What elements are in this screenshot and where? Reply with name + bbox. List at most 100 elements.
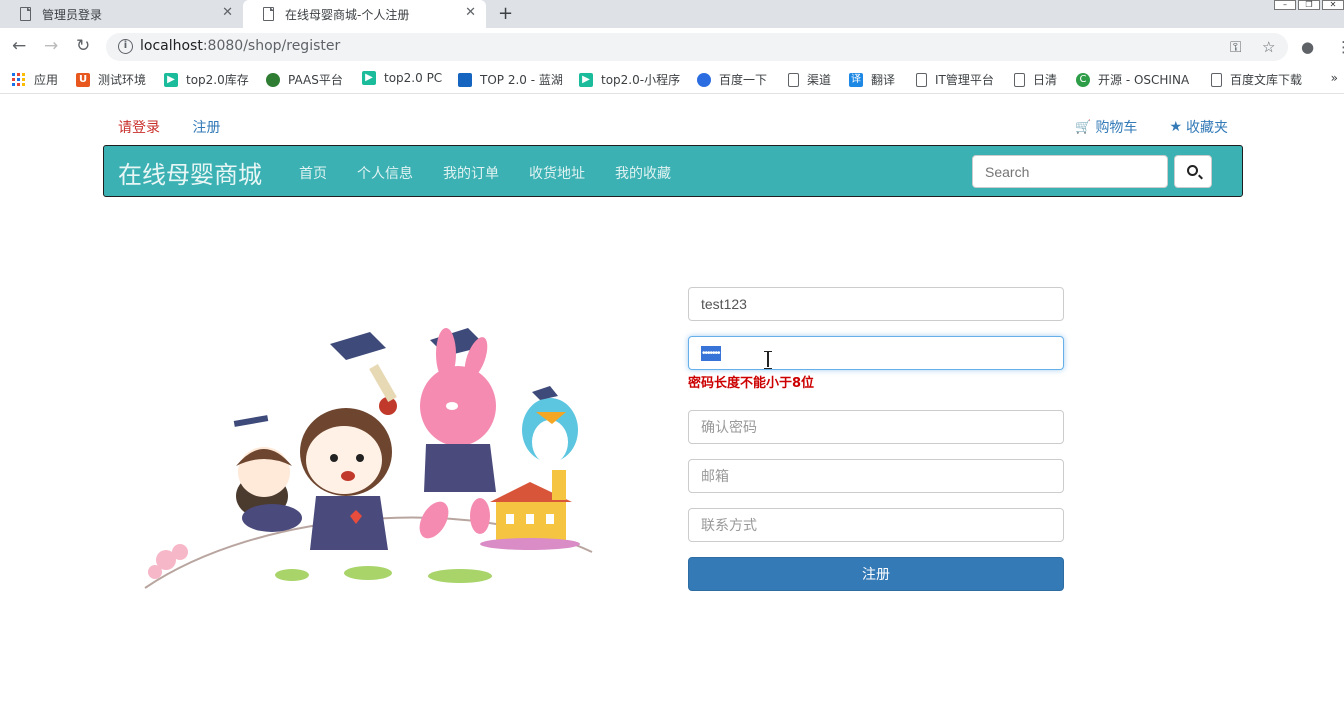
lanhu-logo-icon bbox=[458, 72, 472, 87]
bookmark-label: 日清 bbox=[1033, 73, 1058, 87]
confirm-password-field[interactable] bbox=[688, 410, 1064, 444]
password-field[interactable]: ••••••• bbox=[688, 336, 1064, 370]
url-host: localhost bbox=[140, 38, 203, 54]
bookmark-item[interactable]: ▶ top2.0库存 bbox=[164, 71, 249, 88]
bookmark-item[interactable]: U 测试环境 bbox=[76, 71, 146, 88]
bookmark-item[interactable]: C 开源 - OSCHINA bbox=[1076, 71, 1189, 88]
close-icon[interactable]: ✕ bbox=[465, 5, 476, 20]
new-tab-plus-icon[interactable]: + bbox=[498, 3, 513, 24]
url-path: :8080/shop/register bbox=[202, 38, 341, 54]
apps-grid-icon bbox=[12, 72, 26, 87]
url-text: localhost:8080/shop/register bbox=[140, 38, 340, 54]
bookmark-label: top2.0-小程序 bbox=[601, 73, 681, 87]
header-left-links: 请登录 注册 bbox=[118, 117, 248, 137]
close-icon[interactable]: ✕ bbox=[222, 5, 233, 20]
paas-logo-icon bbox=[266, 72, 280, 87]
bookmarks-bar: 应用 U 测试环境 ▶ top2.0库存 PAAS平台 ▶ top2.0 PC … bbox=[0, 64, 1344, 94]
play-icon: ▶ bbox=[164, 72, 178, 87]
address-bar[interactable]: i localhost:8080/shop/register bbox=[106, 33, 1288, 61]
bookmark-item[interactable]: 日清 bbox=[1014, 71, 1057, 88]
bookmarks-overflow-icon[interactable]: » bbox=[1331, 71, 1338, 85]
email-field[interactable] bbox=[688, 459, 1064, 493]
play-icon: ▶ bbox=[579, 72, 593, 87]
nav-item-home[interactable]: 首页 bbox=[299, 163, 327, 183]
nav-menu: 首页 个人信息 我的订单 收货地址 我的收藏 bbox=[299, 163, 671, 183]
password-mask: ••••••• bbox=[701, 346, 721, 361]
bookmark-label: IT管理平台 bbox=[935, 73, 994, 87]
bookmark-label: 百度文库下载 bbox=[1230, 73, 1303, 87]
bookmark-item[interactable]: 百度文库下载 bbox=[1211, 71, 1302, 88]
document-icon bbox=[916, 72, 927, 87]
document-icon bbox=[1211, 72, 1222, 87]
baidu-paw-icon bbox=[697, 72, 711, 87]
text-cursor-icon bbox=[764, 351, 772, 369]
bookmark-label: PAAS平台 bbox=[288, 73, 343, 87]
page-content: 请登录 注册 🛒 购物车 ★ 收藏夹 在线母婴商城 首页 个人信息 我的订单 收货地… bbox=[0, 95, 1344, 728]
info-icon[interactable]: i bbox=[118, 39, 133, 54]
username-field[interactable] bbox=[688, 287, 1064, 321]
bookmark-label: 百度一下 bbox=[719, 73, 768, 87]
favorites-label: 收藏夹 bbox=[1186, 120, 1228, 136]
key-icon[interactable]: ⚿ bbox=[1230, 38, 1241, 56]
search-input[interactable] bbox=[972, 155, 1168, 188]
main-navbar: 在线母婴商城 首页 个人信息 我的订单 收货地址 我的收藏 bbox=[103, 145, 1243, 197]
back-arrow-icon[interactable]: ← bbox=[12, 36, 26, 56]
search-icon bbox=[1187, 165, 1198, 176]
register-link[interactable]: 注册 bbox=[192, 120, 220, 136]
oschina-logo-icon: C bbox=[1076, 72, 1090, 87]
restore-icon[interactable]: ❐ bbox=[1298, 0, 1320, 10]
bookmark-label: 应用 bbox=[34, 73, 59, 87]
translate-icon: 译 bbox=[849, 72, 863, 87]
forward-arrow-icon[interactable]: → bbox=[44, 36, 58, 56]
bookmark-label: top2.0库存 bbox=[186, 73, 249, 87]
favorites-link[interactable]: ★ 收藏夹 bbox=[1169, 117, 1228, 137]
bookmark-label: 渠道 bbox=[807, 73, 832, 87]
star-icon: ★ bbox=[1169, 119, 1182, 135]
u-logo-icon: U bbox=[76, 72, 90, 87]
bookmark-item[interactable]: TOP 2.0 - 蓝湖 bbox=[458, 71, 563, 88]
cart-link[interactable]: 🛒 购物车 bbox=[1075, 117, 1137, 137]
minimize-icon[interactable]: – bbox=[1274, 0, 1296, 10]
search-button[interactable] bbox=[1174, 155, 1212, 188]
menu-dots-icon[interactable]: ⋮ bbox=[1336, 38, 1344, 56]
bookmark-item[interactable]: IT管理平台 bbox=[916, 71, 994, 88]
header-right-links: 🛒 购物车 ★ 收藏夹 bbox=[1075, 117, 1228, 137]
bookmark-label: TOP 2.0 - 蓝湖 bbox=[480, 73, 563, 87]
bookmark-label: top2.0 PC bbox=[384, 71, 443, 85]
contact-field[interactable] bbox=[688, 508, 1064, 542]
bookmark-item[interactable]: 译 翻译 bbox=[849, 71, 895, 88]
document-icon bbox=[1014, 72, 1025, 87]
profile-icon[interactable]: ● bbox=[1301, 38, 1314, 56]
reload-icon[interactable]: ↻ bbox=[76, 36, 90, 56]
graduation-illustration bbox=[144, 328, 593, 589]
bookmark-label: 翻译 bbox=[871, 73, 896, 87]
login-link[interactable]: 请登录 bbox=[118, 120, 160, 136]
brand-logo[interactable]: 在线母婴商城 bbox=[118, 155, 262, 190]
browser-tab-admin-login[interactable]: 管理员登录 ✕ bbox=[0, 0, 243, 28]
bookmark-item[interactable]: PAAS平台 bbox=[266, 71, 343, 88]
nav-item-address[interactable]: 收货地址 bbox=[529, 163, 585, 183]
password-error-message: 密码长度不能小于8位 bbox=[688, 376, 815, 391]
bookmark-item[interactable]: 百度一下 bbox=[697, 71, 767, 88]
browser-tab-register[interactable]: 在线母婴商城-个人注册 ✕ bbox=[243, 0, 486, 28]
window-controls: – ❐ ✕ bbox=[1274, 0, 1344, 10]
browser-tab-strip: 管理员登录 ✕ 在线母婴商城-个人注册 ✕ + – ❐ ✕ bbox=[0, 0, 1344, 28]
nav-item-profile[interactable]: 个人信息 bbox=[357, 163, 413, 183]
cart-icon: 🛒 bbox=[1075, 119, 1092, 135]
window-close-icon[interactable]: ✕ bbox=[1322, 0, 1344, 10]
document-icon bbox=[788, 72, 799, 87]
bookmark-label: 测试环境 bbox=[98, 73, 147, 87]
nav-item-orders[interactable]: 我的订单 bbox=[443, 163, 499, 183]
bookmark-label: 开源 - OSCHINA bbox=[1098, 73, 1190, 87]
bookmark-item[interactable]: 渠道 bbox=[788, 71, 831, 88]
bookmark-apps[interactable]: 应用 bbox=[12, 71, 58, 88]
document-icon bbox=[20, 7, 31, 21]
bookmark-item[interactable]: ▶ top2.0-小程序 bbox=[579, 71, 680, 88]
register-submit-button[interactable]: 注册 bbox=[688, 557, 1064, 591]
nav-item-favorites[interactable]: 我的收藏 bbox=[615, 163, 671, 183]
bookmark-item[interactable]: ▶ top2.0 PC bbox=[362, 71, 442, 85]
tab-label: 管理员登录 bbox=[42, 8, 103, 22]
star-bookmark-icon[interactable]: ☆ bbox=[1262, 38, 1275, 56]
play-icon: ▶ bbox=[362, 71, 376, 85]
cart-label: 购物车 bbox=[1095, 120, 1138, 136]
